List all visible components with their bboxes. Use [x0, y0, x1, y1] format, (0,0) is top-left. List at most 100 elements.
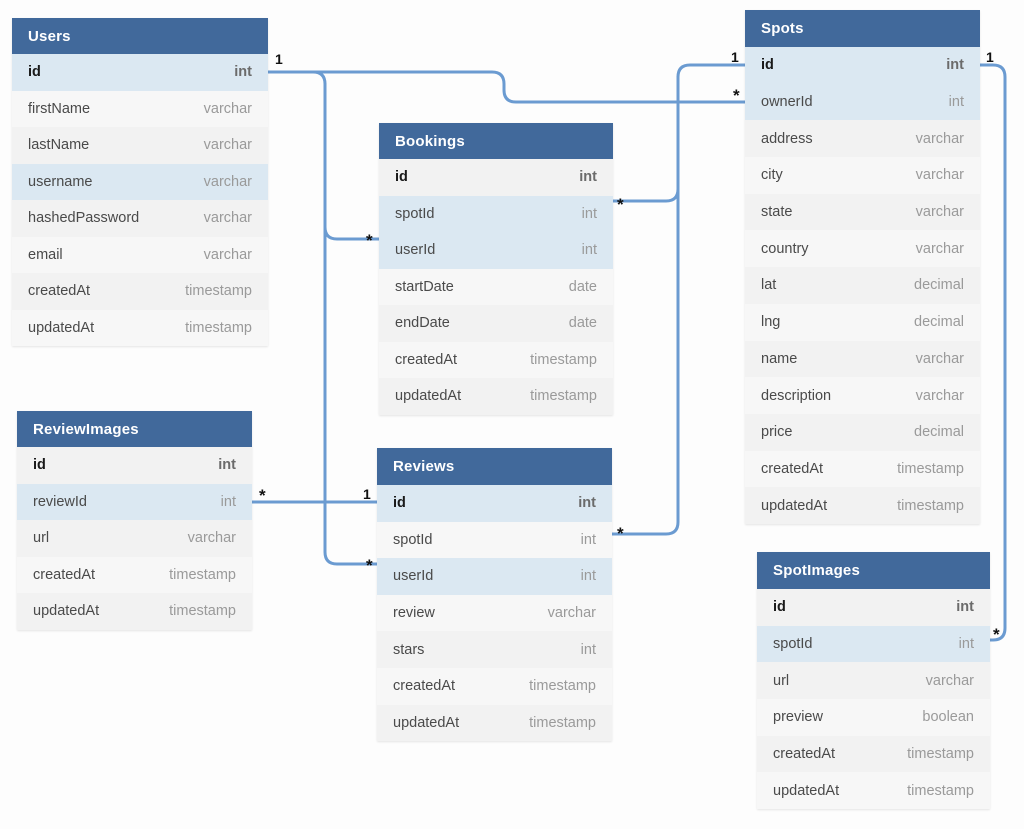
- field-type: varchar: [203, 246, 252, 263]
- field-name: spotId: [395, 205, 435, 222]
- cardinality-users-id-one: 1: [275, 51, 283, 67]
- field-row[interactable]: updatedAt timestamp: [377, 704, 612, 742]
- field-row[interactable]: lastName varchar: [12, 127, 268, 164]
- field-name: id: [33, 457, 46, 474]
- field-name: createdAt: [395, 351, 458, 368]
- field-row[interactable]: createdAt timestamp: [745, 450, 980, 488]
- field-type: timestamp: [529, 714, 596, 731]
- entity-table-header: Bookings: [379, 123, 613, 159]
- entity-table-header: SpotImages: [757, 552, 990, 589]
- field-row[interactable]: spotId int: [377, 521, 612, 559]
- cardinality-bookings-spotid-many: *: [617, 195, 624, 214]
- field-type: timestamp: [907, 782, 974, 799]
- field-type: varchar: [915, 167, 964, 184]
- field-name: userId: [393, 568, 434, 585]
- field-row[interactable]: updatedAt timestamp: [757, 772, 990, 810]
- field-row[interactable]: id int: [757, 589, 990, 626]
- field-row[interactable]: lat decimal: [745, 267, 980, 304]
- field-row[interactable]: id int: [745, 47, 980, 84]
- field-type: varchar: [925, 672, 974, 689]
- field-row[interactable]: createdAt timestamp: [757, 735, 990, 773]
- entity-table-reviewimages[interactable]: ReviewImages id int reviewId int url varchar cr…: [17, 411, 252, 630]
- field-row[interactable]: lng decimal: [745, 303, 980, 341]
- entity-table-spots[interactable]: Spots id int ownerId int address varchar city va…: [745, 10, 980, 524]
- field-name: description: [761, 387, 832, 404]
- field-name: id: [393, 495, 406, 512]
- field-type: varchar: [187, 530, 236, 547]
- field-name: updatedAt: [28, 319, 95, 336]
- field-row[interactable]: updatedAt timestamp: [379, 378, 613, 415]
- field-row[interactable]: preview boolean: [757, 699, 990, 736]
- field-row[interactable]: address varchar: [745, 120, 980, 158]
- field-row[interactable]: firstName varchar: [12, 90, 268, 127]
- field-row[interactable]: id int: [379, 159, 613, 196]
- field-name: endDate: [395, 315, 450, 332]
- field-name: updatedAt: [393, 714, 460, 731]
- field-row[interactable]: state varchar: [745, 193, 980, 231]
- entity-table-reviews[interactable]: Reviews id int spotId int userId int review varc…: [377, 448, 612, 742]
- field-name: url: [33, 530, 50, 547]
- field-row[interactable]: updatedAt timestamp: [12, 309, 268, 346]
- field-row[interactable]: startDate date: [379, 268, 613, 305]
- entity-table-spotimages[interactable]: SpotImages id int spotId int url varchar previe…: [757, 552, 990, 810]
- field-row[interactable]: spotId int: [757, 625, 990, 663]
- relationship-spots-reviews: [610, 75, 680, 536]
- field-name: username: [28, 173, 93, 190]
- field-row[interactable]: id int: [377, 485, 612, 522]
- field-type: varchar: [915, 240, 964, 257]
- field-row[interactable]: stars int: [377, 631, 612, 668]
- field-type: timestamp: [185, 283, 252, 300]
- field-row[interactable]: price decimal: [745, 413, 980, 451]
- field-row[interactable]: reviewId int: [17, 483, 252, 520]
- field-row[interactable]: endDate date: [379, 305, 613, 342]
- field-row[interactable]: spotId int: [379, 195, 613, 232]
- field-row[interactable]: userId int: [379, 232, 613, 269]
- field-row[interactable]: description varchar: [745, 377, 980, 414]
- entity-table-header: Reviews: [377, 448, 612, 485]
- entity-table-bookings[interactable]: Bookings id int spotId int userId int startDate…: [379, 123, 613, 415]
- field-name: id: [761, 57, 774, 74]
- field-row[interactable]: review varchar: [377, 594, 612, 632]
- field-row[interactable]: url varchar: [17, 520, 252, 557]
- field-row[interactable]: country varchar: [745, 230, 980, 268]
- field-name: startDate: [395, 278, 454, 295]
- field-name: preview: [773, 709, 823, 726]
- field-name: id: [773, 599, 786, 616]
- field-type: varchar: [203, 210, 252, 227]
- field-row[interactable]: email varchar: [12, 236, 268, 273]
- field-row[interactable]: ownerId int: [745, 83, 980, 121]
- field-type: int: [580, 568, 596, 585]
- field-name: createdAt: [761, 460, 824, 477]
- field-row[interactable]: createdAt timestamp: [377, 667, 612, 705]
- entity-table-users[interactable]: Users id int firstName varchar lastName varcha…: [12, 18, 268, 346]
- field-row[interactable]: username varchar: [12, 163, 268, 200]
- field-name: url: [773, 672, 790, 689]
- field-row[interactable]: userId int: [377, 558, 612, 595]
- field-row[interactable]: url varchar: [757, 662, 990, 700]
- field-type: int: [958, 636, 974, 653]
- field-row[interactable]: createdAt timestamp: [17, 556, 252, 593]
- field-type: varchar: [915, 204, 964, 221]
- field-name: id: [395, 169, 408, 186]
- field-type: int: [579, 169, 597, 186]
- field-row[interactable]: updatedAt timestamp: [745, 487, 980, 524]
- field-name: country: [761, 240, 809, 257]
- field-row[interactable]: createdAt timestamp: [379, 341, 613, 378]
- field-row[interactable]: id int: [12, 54, 268, 91]
- field-name: updatedAt: [33, 603, 100, 620]
- field-row[interactable]: city varchar: [745, 157, 980, 194]
- field-type: timestamp: [169, 603, 236, 620]
- field-name: lastName: [28, 137, 90, 154]
- field-type: int: [581, 205, 597, 222]
- field-row[interactable]: createdAt timestamp: [12, 273, 268, 310]
- cardinality-reviews-spotid-many: *: [617, 524, 624, 543]
- field-row[interactable]: name varchar: [745, 340, 980, 378]
- field-row[interactable]: updatedAt timestamp: [17, 593, 252, 630]
- field-row[interactable]: hashedPassword varchar: [12, 200, 268, 237]
- field-type: varchar: [915, 130, 964, 147]
- entity-table-header: Users: [12, 18, 268, 54]
- field-type: int: [580, 641, 596, 658]
- relationship-users-spots: [266, 70, 747, 104]
- field-name: name: [761, 350, 798, 367]
- field-row[interactable]: id int: [17, 447, 252, 484]
